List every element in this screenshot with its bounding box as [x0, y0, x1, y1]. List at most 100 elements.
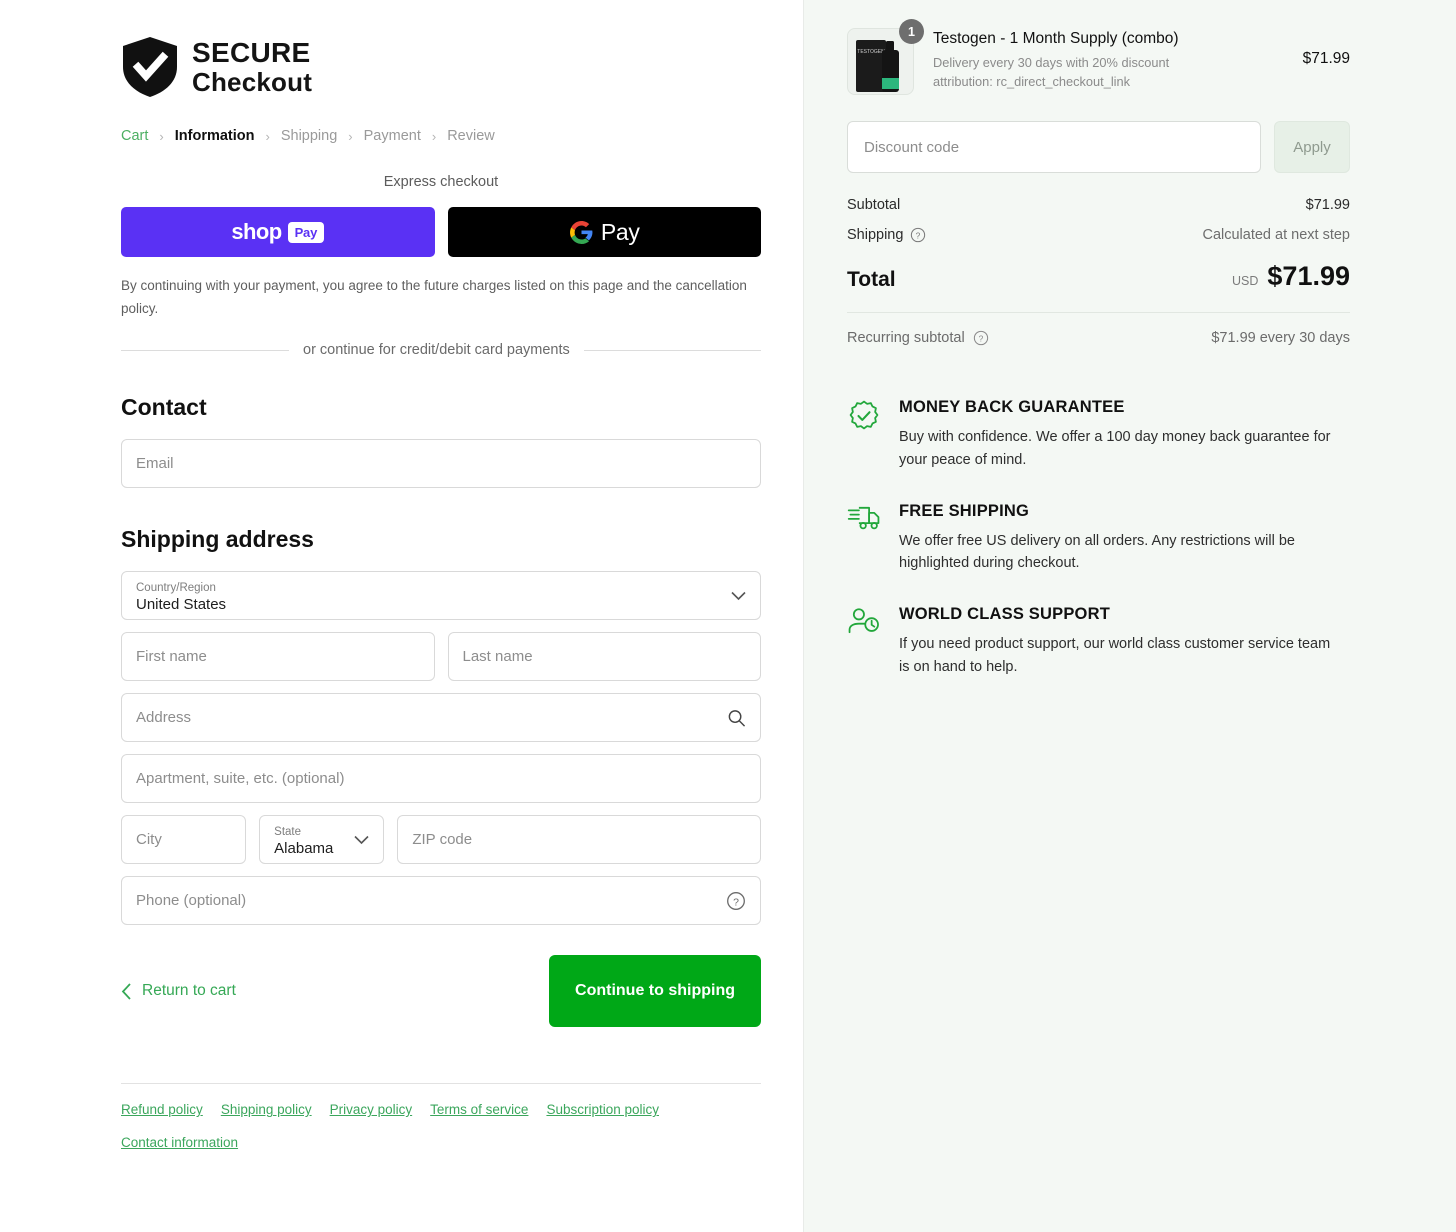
shield-check-icon	[123, 37, 177, 97]
brand-line-2: Checkout	[192, 67, 313, 97]
help-circle-icon[interactable]: ?	[973, 330, 989, 346]
brand-logo: SECURE Checkout	[121, 36, 761, 98]
discount-code-placeholder: Discount code	[864, 138, 960, 156]
breadcrumb-item-payment[interactable]: Payment	[364, 128, 421, 144]
google-pay-button[interactable]: Pay	[447, 207, 761, 257]
check-rosette-icon	[849, 400, 879, 430]
shipping-address-section-title: Shipping address	[121, 526, 314, 553]
phone-field[interactable]: Phone (optional) ?	[121, 876, 761, 926]
return-to-cart-label: Return to cart	[142, 982, 236, 1000]
product-image: TESTOGEN	[855, 40, 899, 92]
divider-label: or continue for credit/debit card paymen…	[303, 342, 570, 359]
breadcrumb-item-shipping[interactable]: Shipping	[281, 128, 337, 144]
trust-badge-text: If you need product support, our world c…	[899, 636, 1331, 675]
return-to-cart-link[interactable]: Return to cart	[121, 982, 236, 1000]
email-placeholder: Email	[136, 455, 174, 473]
subtotal-label: Subtotal	[847, 197, 901, 213]
discount-code-input[interactable]: Discount code	[847, 121, 1261, 173]
state-value: Alabama	[274, 839, 334, 857]
checkout-form-panel: SECURE Checkout Cart › Information › Shi…	[0, 0, 804, 1232]
search-icon[interactable]	[727, 708, 746, 727]
shop-pay-button[interactable]: shop Pay	[121, 207, 435, 257]
footer-links: Refund policy Shipping policy Privacy po…	[121, 1083, 761, 1150]
delivery-truck-icon	[847, 506, 880, 529]
checkout-page: SECURE Checkout Cart › Information › Shi…	[0, 0, 1456, 1232]
first-name-placeholder: First name	[136, 648, 207, 666]
trust-badges: MONEY BACK GUARANTEE Buy with confidence…	[847, 398, 1350, 679]
brand-line-1: SECURE	[192, 37, 311, 68]
credit-card-divider: or continue for credit/debit card paymen…	[121, 342, 761, 358]
contact-section-title: Contact	[121, 394, 207, 421]
shipping-value: Calculated at next step	[1202, 227, 1350, 243]
form-actions: Return to cart Continue to shipping	[121, 955, 761, 1028]
footer-link-shipping-policy[interactable]: Shipping policy	[221, 1102, 312, 1117]
city-state-zip-row: City State Alabama ZIP code	[121, 815, 761, 876]
first-name-field[interactable]: First name	[121, 632, 435, 682]
last-name-placeholder: Last name	[462, 648, 533, 666]
apartment-field[interactable]: Apartment, suite, etc. (optional)	[121, 754, 761, 804]
footer-link-terms-of-service[interactable]: Terms of service	[430, 1102, 528, 1117]
name-row: First name Last name	[121, 632, 761, 693]
trust-badge-free-shipping: FREE SHIPPING We offer free US delivery …	[847, 502, 1350, 576]
continue-to-shipping-button[interactable]: Continue to shipping	[549, 955, 761, 1028]
footer-link-refund-policy[interactable]: Refund policy	[121, 1102, 203, 1117]
footer-link-subscription-policy[interactable]: Subscription policy	[546, 1102, 659, 1117]
shipping-label-group: Shipping ?	[847, 227, 926, 243]
order-line-item: TESTOGEN 1 Testogen - 1 Month Supply (co…	[847, 19, 1350, 95]
google-g-icon	[569, 220, 593, 244]
address-placeholder: Address	[136, 709, 192, 727]
email-field[interactable]: Email	[121, 439, 761, 489]
product-attribution: attribution: rc_direct_checkout_link	[933, 74, 1131, 90]
trust-badge-money-back: MONEY BACK GUARANTEE Buy with confidence…	[847, 398, 1350, 472]
trust-badge-text: We offer free US delivery on all orders.…	[899, 532, 1295, 572]
zip-placeholder: ZIP code	[412, 831, 473, 849]
divider-line-left	[121, 349, 289, 351]
total-value: $71.99	[1267, 261, 1350, 291]
breadcrumb-separator: ›	[431, 128, 437, 144]
product-thumb-caption: TESTOGEN	[857, 49, 885, 55]
divider-line-right	[583, 349, 761, 351]
footer-link-privacy-policy[interactable]: Privacy policy	[330, 1102, 413, 1117]
country-value: United States	[136, 595, 227, 613]
country-select[interactable]: Country/Region United States	[121, 571, 761, 621]
city-field[interactable]: City	[121, 815, 247, 865]
breadcrumb: Cart › Information › Shipping › Payment …	[121, 128, 761, 144]
svg-text:?: ?	[733, 896, 739, 908]
recurring-subtotal-label: Recurring subtotal	[847, 330, 965, 346]
subtotal-value: $71.99	[1305, 197, 1350, 213]
recurring-subtotal-row: Recurring subtotal ? $71.99 every 30 day…	[847, 330, 1350, 346]
quantity-badge: 1	[899, 19, 924, 44]
product-price: $71.99	[1302, 50, 1350, 67]
shop-pay-chip: Pay	[287, 221, 325, 243]
last-name-field[interactable]: Last name	[447, 632, 761, 682]
product-name: Testogen - 1 Month Supply (combo)	[933, 30, 1179, 47]
breadcrumb-item-information[interactable]: Information	[175, 128, 255, 144]
breadcrumb-item-cart[interactable]: Cart	[121, 128, 148, 144]
state-label: State	[274, 825, 302, 838]
address-field[interactable]: Address	[121, 693, 761, 743]
apply-discount-button[interactable]: Apply	[1274, 121, 1350, 173]
zip-field[interactable]: ZIP code	[397, 815, 761, 865]
help-circle-icon[interactable]: ?	[910, 227, 926, 243]
total-label: Total	[847, 268, 896, 291]
google-pay-wordmark: Pay	[600, 218, 640, 245]
chevron-left-icon	[121, 983, 131, 1000]
chevron-down-icon	[354, 835, 369, 844]
order-summary-panel: TESTOGEN 1 Testogen - 1 Month Supply (co…	[804, 0, 1456, 1232]
breadcrumb-separator: ›	[348, 128, 353, 144]
svg-text:?: ?	[916, 230, 921, 240]
express-payment-buttons: shop Pay Pay	[121, 207, 761, 257]
footer-link-contact-information[interactable]: Contact information	[121, 1135, 238, 1150]
city-placeholder: City	[136, 831, 162, 849]
express-checkout-heading: Express checkout	[383, 174, 499, 190]
shop-pay-wordmark: shop	[231, 219, 282, 244]
trust-badge-title: WORLD CLASS SUPPORT	[899, 605, 1110, 623]
help-circle-icon[interactable]: ?	[726, 891, 746, 911]
breadcrumb-item-review[interactable]: Review	[447, 128, 495, 144]
product-subscription-detail: Delivery every 30 days with 20% discount	[933, 55, 1170, 70]
shipping-label: Shipping	[847, 227, 904, 243]
chevron-down-icon	[731, 591, 746, 600]
apartment-placeholder: Apartment, suite, etc. (optional)	[136, 770, 345, 788]
trust-badge-text: Buy with confidence. We offer a 100 day …	[899, 429, 1331, 468]
state-select[interactable]: State Alabama	[259, 815, 385, 865]
